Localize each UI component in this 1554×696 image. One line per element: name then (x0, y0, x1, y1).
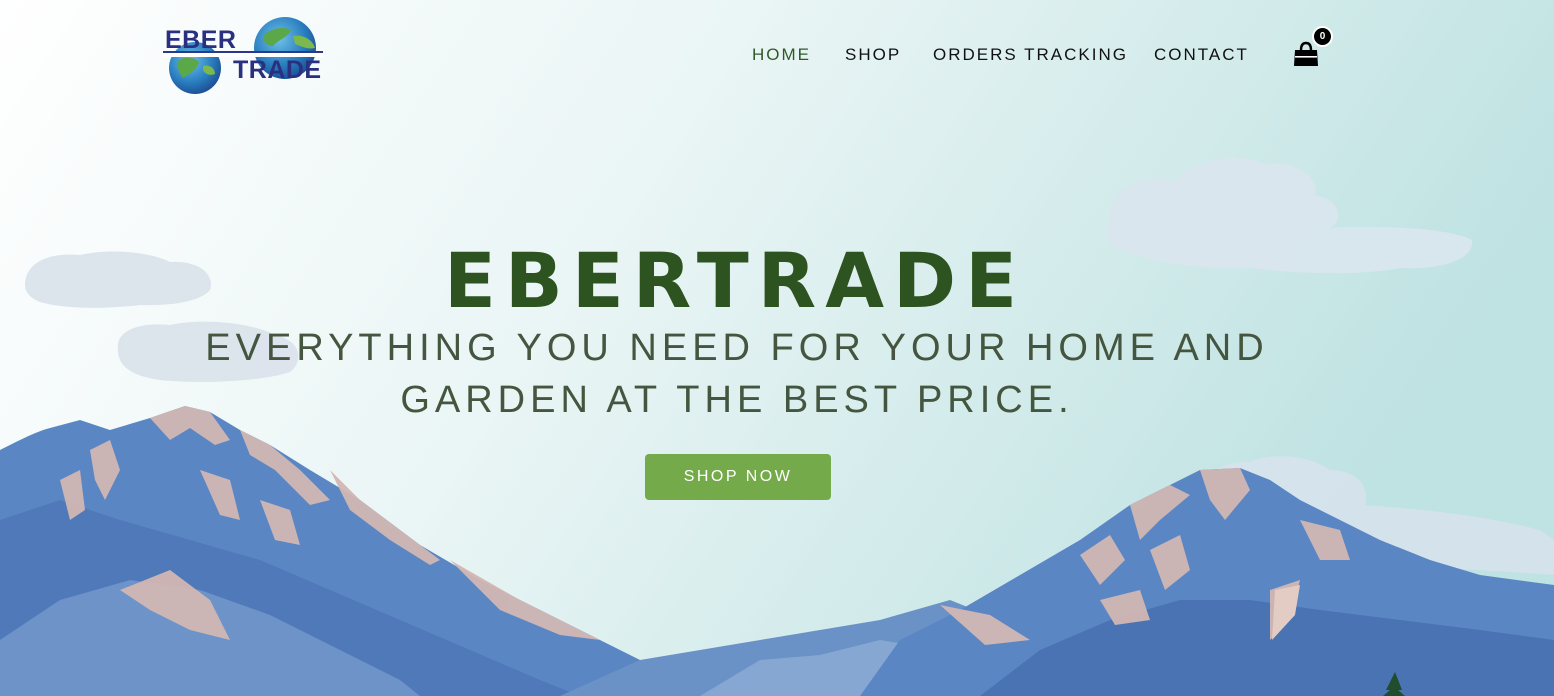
shopping-bag-icon (1294, 41, 1318, 66)
nav-item-orders-tracking[interactable]: ORDERS TRACKING (933, 45, 1128, 65)
nav-item-shop[interactable]: SHOP (845, 45, 901, 65)
site-logo[interactable]: EBER TRADE (163, 16, 328, 96)
hero-subtitle: EVERYTHING YOU NEED FOR YOUR HOME AND GA… (205, 327, 1269, 421)
site-header: EBER TRADE HOME SHOP ORDERS TRACKING CON… (0, 0, 1554, 110)
nav-item-contact[interactable]: CONTACT (1154, 45, 1249, 65)
hero-title: EBERTRADE (443, 236, 1027, 325)
cart-button[interactable]: 0 (1292, 28, 1336, 70)
shop-now-button[interactable]: SHOP NOW (645, 454, 831, 500)
logo-text-top: EBER (165, 26, 236, 54)
cart-count-badge: 0 (1314, 28, 1331, 45)
logo-text-bottom: TRADE (233, 56, 322, 84)
nav-item-home[interactable]: HOME (752, 45, 811, 65)
